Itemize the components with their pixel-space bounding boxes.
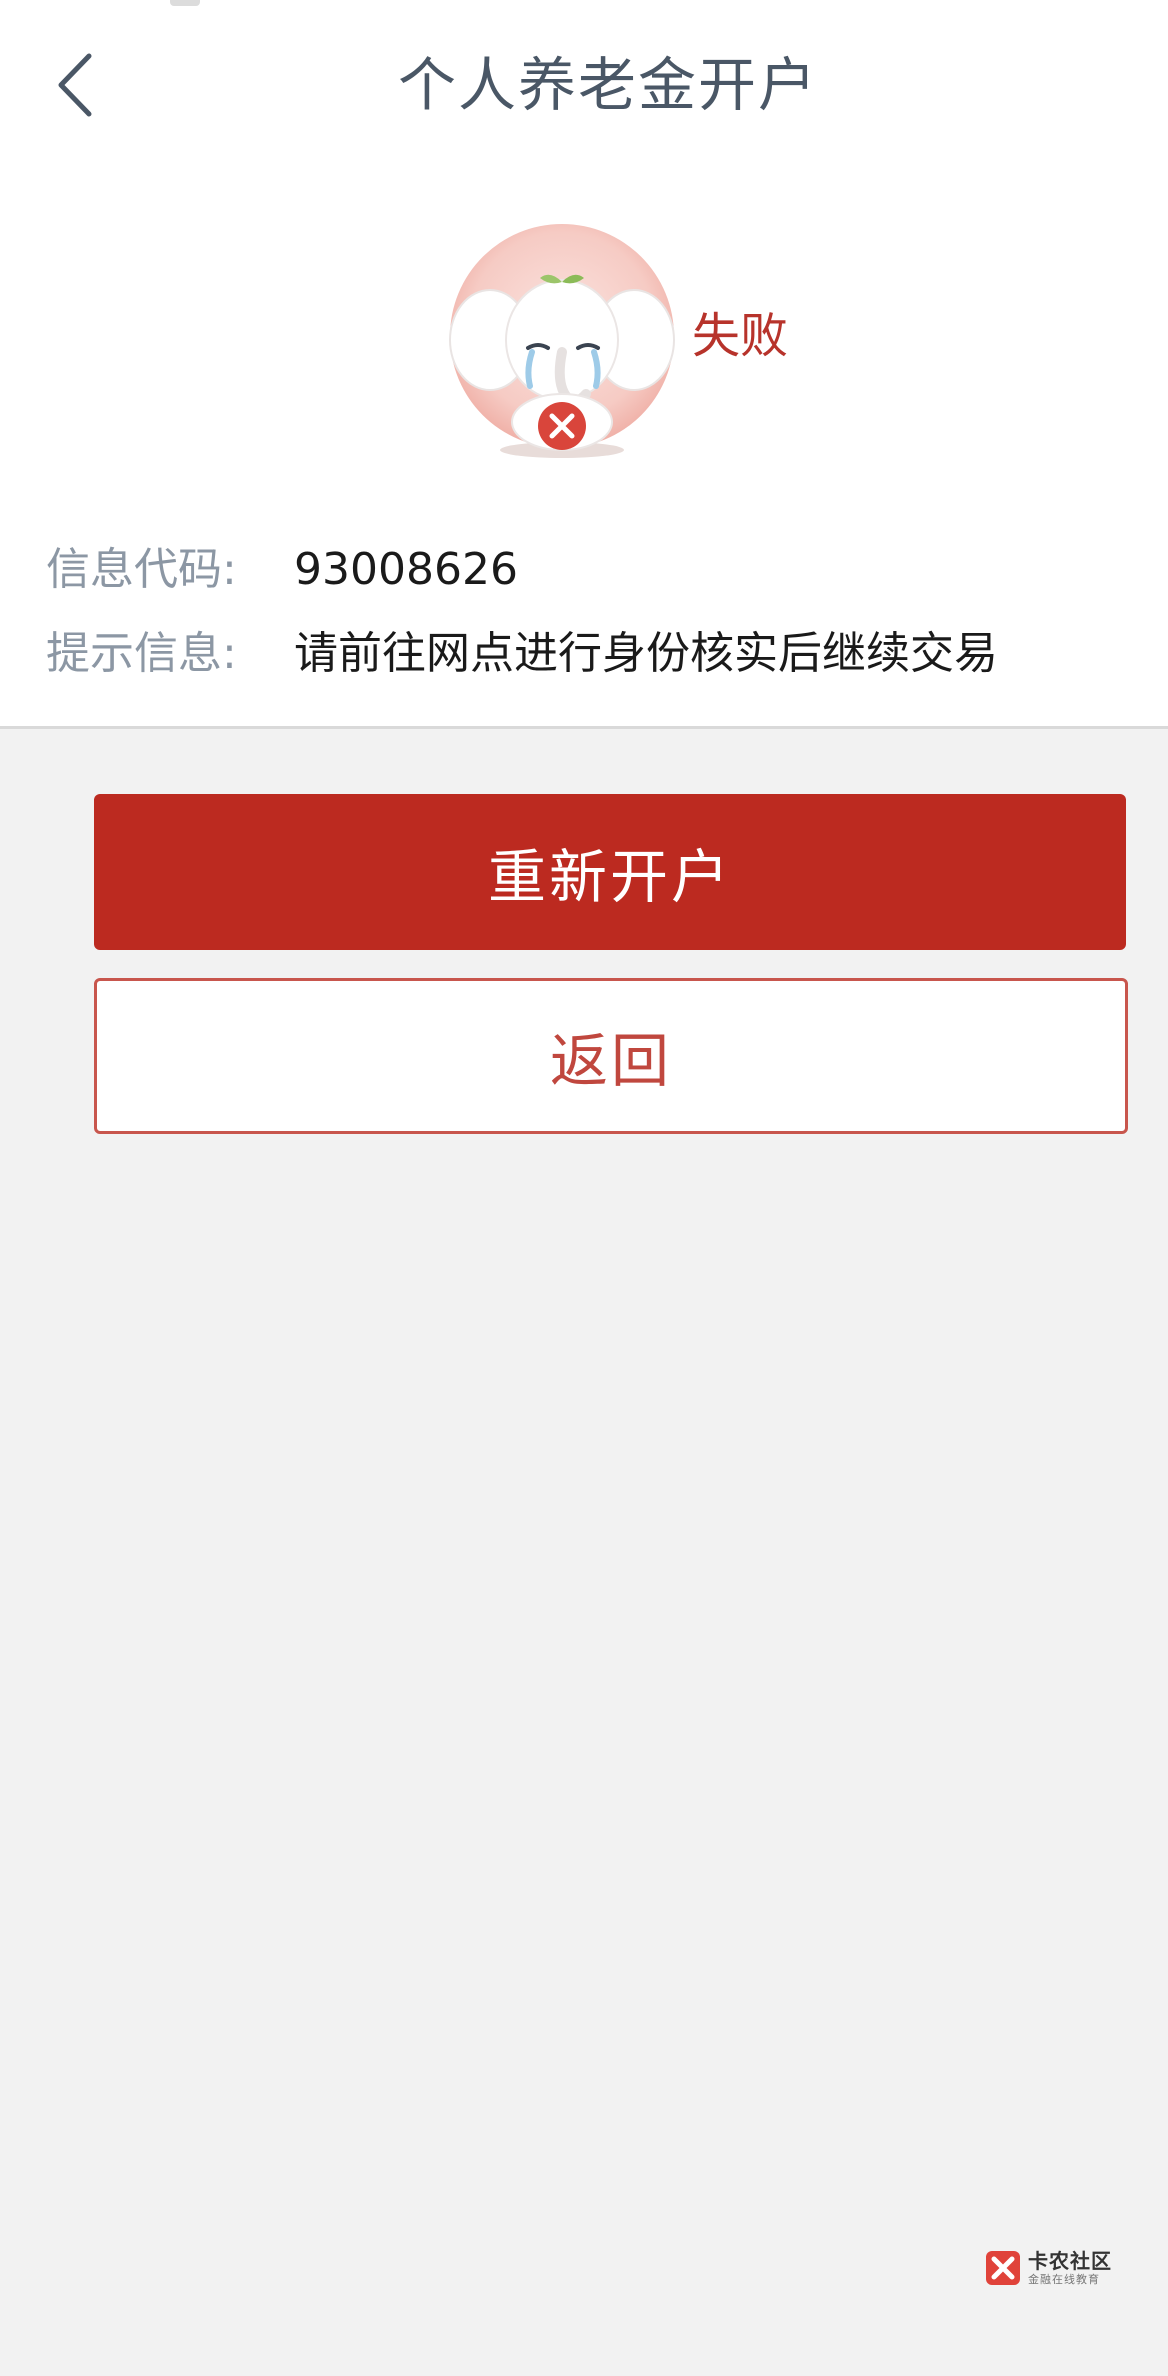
- watermark: 卡农社区 金融在线教育: [984, 2236, 1134, 2300]
- info-code-label: 信息代码:: [46, 544, 237, 595]
- info-hint-value: 请前往网点进行身份核实后继续交易: [294, 628, 998, 679]
- crying-elephant-icon: [449, 224, 675, 458]
- info-code-row: 信息代码: 93008626: [46, 540, 518, 600]
- info-hint-row: 提示信息: 请前往网点进行身份核实后继续交易: [46, 624, 998, 684]
- kanong-logo-icon: [986, 2251, 1020, 2285]
- info-code-value: 93008626: [294, 544, 518, 595]
- result-panel: 个人养老金开户 失败 信息代码: 93008626 提示信息: 请前往网点进行身…: [0, 0, 1168, 729]
- status-bar-fragment: [170, 0, 200, 6]
- close-icon: [538, 402, 586, 450]
- info-hint-label: 提示信息:: [46, 628, 237, 679]
- back-return-button[interactable]: 返回: [94, 978, 1128, 1134]
- page-title: 个人养老金开户: [397, 51, 818, 119]
- watermark-subtitle: 金融在线教育: [1028, 2273, 1100, 2286]
- status-text: 失败: [692, 308, 789, 364]
- watermark-title: 卡农社区: [1028, 2249, 1112, 2273]
- retry-open-account-button[interactable]: 重新开户: [94, 794, 1126, 950]
